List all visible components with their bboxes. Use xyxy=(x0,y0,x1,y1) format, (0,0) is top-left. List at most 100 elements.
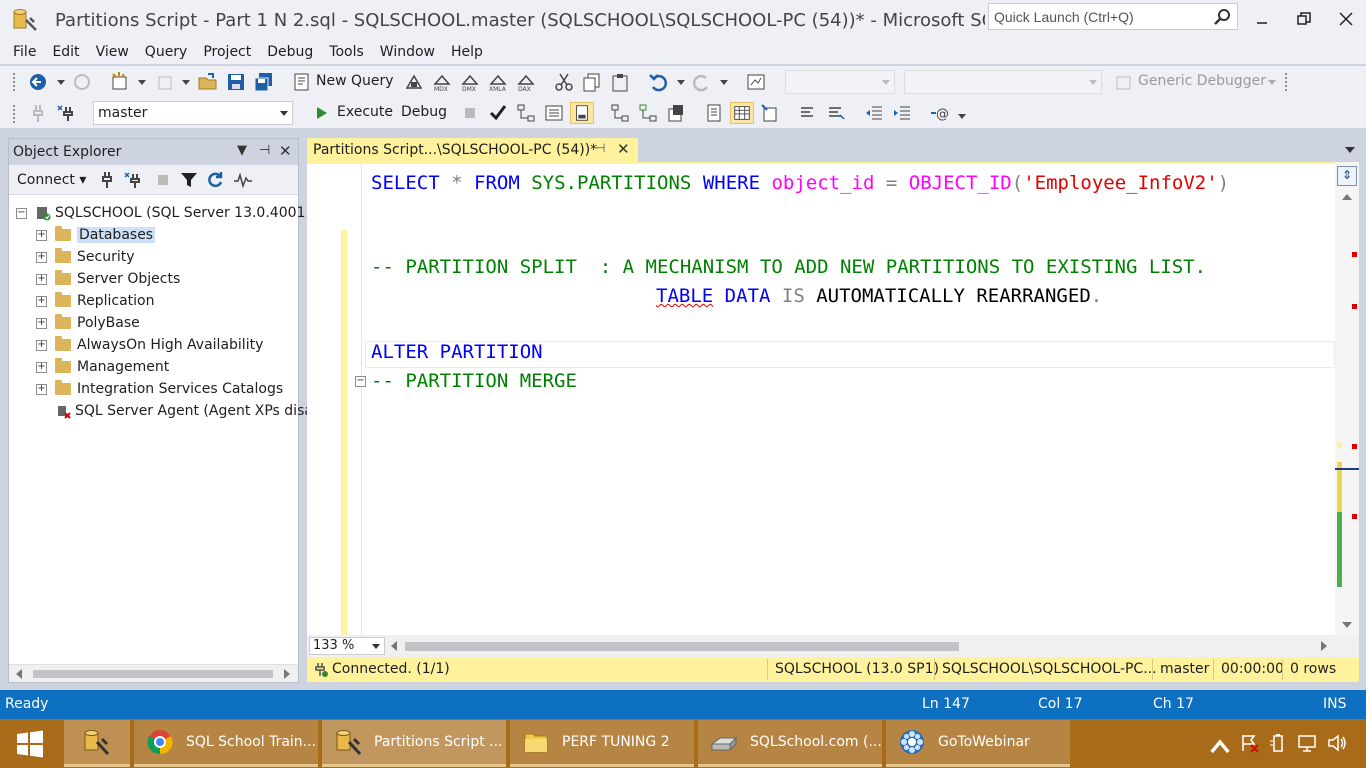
action-center-flag-icon[interactable] xyxy=(1240,733,1260,753)
debugger-dropdown-icon[interactable] xyxy=(1268,80,1276,85)
expand-icon[interactable]: + xyxy=(36,339,47,351)
code-line-comment-continued[interactable]: TABLE DATA IS AUTOMATICALLY REARRANGED. xyxy=(656,285,1102,307)
forward-icon[interactable] xyxy=(72,72,92,92)
menu-debug[interactable]: Debug xyxy=(259,42,321,64)
scroll-right-icon[interactable] xyxy=(1321,641,1327,651)
error-marker[interactable] xyxy=(1352,304,1357,309)
taskbar-item-chrome[interactable]: SQL School Train... xyxy=(134,720,318,767)
tree-node-replication[interactable]: + Replication xyxy=(36,291,154,311)
undo-icon[interactable] xyxy=(648,72,668,92)
expand-icon[interactable]: + xyxy=(36,317,47,329)
sql-editor[interactable]: − SELECT * FROM SYS.PARTITIONS WHERE obj… xyxy=(307,162,1359,637)
menu-edit[interactable]: Edit xyxy=(44,42,87,64)
tree-node-integration-services[interactable]: + Integration Services Catalogs xyxy=(36,379,283,399)
collapse-icon[interactable]: − xyxy=(16,207,27,219)
error-marker[interactable] xyxy=(1352,444,1357,449)
save-all-icon[interactable] xyxy=(254,72,274,92)
parse-checkmark-icon[interactable] xyxy=(488,103,508,123)
expand-icon[interactable]: + xyxy=(36,229,47,241)
dax-query-icon[interactable]: DAX xyxy=(516,72,536,92)
redo-dropdown-icon[interactable] xyxy=(720,80,728,85)
filter-icon[interactable] xyxy=(179,170,199,190)
menu-view[interactable]: View xyxy=(88,42,137,64)
scroll-thumb[interactable] xyxy=(33,670,273,678)
add-item-dropdown-icon[interactable] xyxy=(182,80,190,85)
error-marker[interactable] xyxy=(1352,514,1357,519)
taskbar-pinned-ssms[interactable] xyxy=(64,720,130,767)
start-button[interactable] xyxy=(0,719,60,768)
tree-server-node[interactable]: − SQLSCHOOL (SQL Server 13.0.4001.0 xyxy=(16,203,319,223)
power-battery-icon[interactable] xyxy=(1268,733,1288,753)
execute-play-icon[interactable] xyxy=(312,103,332,123)
results-to-grid-icon[interactable] xyxy=(730,102,754,124)
volume-icon[interactable] xyxy=(1327,733,1347,753)
menu-window[interactable]: Window xyxy=(372,42,443,64)
minimize-button[interactable] xyxy=(1242,6,1282,32)
tree-node-alwayson[interactable]: + AlwaysOn High Availability xyxy=(36,335,263,355)
open-file-icon[interactable] xyxy=(198,72,218,92)
scroll-thumb[interactable] xyxy=(405,642,959,651)
menu-help[interactable]: Help xyxy=(443,42,491,64)
scroll-right-icon[interactable] xyxy=(283,669,291,679)
uncomment-lines-icon[interactable] xyxy=(826,103,846,123)
stop-icon[interactable] xyxy=(153,170,173,190)
activity-monitor-icon[interactable] xyxy=(746,72,766,92)
toolbar-overflow-icon[interactable] xyxy=(1284,72,1288,92)
change-connection-icon[interactable] xyxy=(56,103,76,123)
specify-template-values-icon[interactable]: @ xyxy=(930,103,950,123)
tree-node-databases[interactable]: + Databases xyxy=(36,225,156,245)
restore-button[interactable] xyxy=(1284,6,1324,32)
tree-node-management[interactable]: + Management xyxy=(36,357,169,377)
tab-pin-icon[interactable]: ⊣ xyxy=(595,141,605,155)
code-line-comment-merge[interactable]: -- PARTITION MERGE xyxy=(371,370,577,392)
dmx-query-icon[interactable]: DMX xyxy=(460,72,480,92)
db-engine-query-icon[interactable] xyxy=(404,72,424,92)
quick-launch-input[interactable] xyxy=(989,4,1209,29)
new-project-dropdown-icon[interactable] xyxy=(138,80,146,85)
toolbar-grip[interactable] xyxy=(12,104,16,124)
menu-file[interactable]: File xyxy=(5,42,44,64)
expand-icon[interactable]: + xyxy=(36,251,47,263)
taskbar-item-ssms-window[interactable]: Partitions Script ... xyxy=(322,720,506,767)
tab-overflow-icon[interactable] xyxy=(1345,147,1355,155)
disconnect-icon[interactable] xyxy=(123,170,143,190)
quick-launch-box[interactable] xyxy=(988,3,1238,30)
copy-icon[interactable] xyxy=(582,72,602,92)
cut-icon[interactable] xyxy=(554,72,574,92)
panel-menu-icon[interactable]: ▼ xyxy=(237,143,247,158)
xmla-query-icon[interactable]: XMLA xyxy=(488,72,508,92)
scroll-left-icon[interactable] xyxy=(391,641,397,651)
expand-icon[interactable]: + xyxy=(36,383,47,395)
scroll-up-icon[interactable] xyxy=(1342,194,1352,200)
pin-icon[interactable]: ⊣ xyxy=(259,143,270,158)
split-window-icon[interactable]: ⇕ xyxy=(1337,166,1357,186)
available-databases-dropdown[interactable]: master xyxy=(93,101,293,125)
client-statistics-icon[interactable] xyxy=(666,103,686,123)
cancel-query-icon[interactable] xyxy=(460,103,480,123)
undo-dropdown-icon[interactable] xyxy=(677,80,685,85)
execute-button[interactable]: Execute xyxy=(337,104,393,120)
paste-icon[interactable] xyxy=(610,72,630,92)
taskbar-item-gotowebinar[interactable]: GoToWebinar xyxy=(886,720,1070,767)
expand-icon[interactable]: + xyxy=(36,273,47,285)
platform-dropdown[interactable] xyxy=(904,70,1102,94)
back-icon[interactable] xyxy=(28,72,48,92)
search-icon[interactable] xyxy=(1213,8,1231,26)
query-options-icon[interactable] xyxy=(544,103,564,123)
activity-monitor-icon[interactable] xyxy=(233,170,253,190)
menu-project[interactable]: Project xyxy=(195,42,259,64)
tray-overflow-icon[interactable] xyxy=(1210,737,1230,757)
taskbar-item-folder[interactable]: PERF TUNING 2 xyxy=(510,720,694,767)
new-query-icon[interactable] xyxy=(292,72,312,92)
code-line-comment-split[interactable]: -- PARTITION SPLIT : A MECHANISM TO ADD … xyxy=(371,256,1206,278)
scroll-left-icon[interactable] xyxy=(15,669,23,679)
expand-icon[interactable]: + xyxy=(36,361,47,373)
code-line-1[interactable]: SELECT * FROM SYS.PARTITIONS WHERE objec… xyxy=(371,172,1229,194)
connect-button[interactable]: Connect ▾ xyxy=(17,172,86,188)
solution-config-dropdown[interactable] xyxy=(785,70,895,94)
refresh-icon[interactable] xyxy=(205,170,225,190)
back-dropdown-icon[interactable] xyxy=(57,80,65,85)
document-tab[interactable]: Partitions Script...\SQLSCHOOL-PC (54))*… xyxy=(307,138,638,162)
results-to-text-icon[interactable] xyxy=(704,103,724,123)
collapse-region-icon[interactable]: − xyxy=(355,376,366,387)
